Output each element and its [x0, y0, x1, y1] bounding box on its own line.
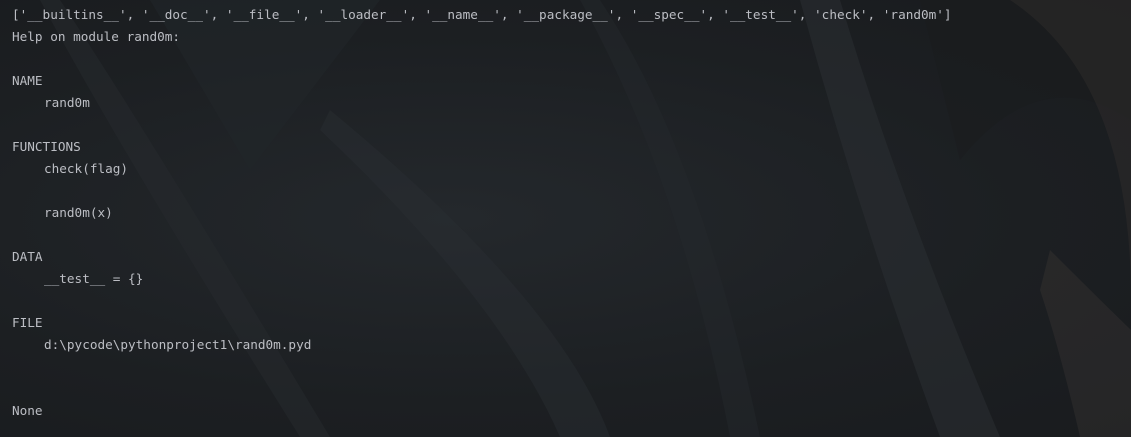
console-line: None [12, 403, 43, 418]
console-line: NAME [12, 73, 43, 88]
console-line: check(flag) [44, 161, 129, 176]
console-line: FUNCTIONS [12, 139, 81, 154]
console-line: ['__builtins__', '__doc__', '__file__', … [12, 7, 952, 22]
console-line: d:\pycode\pythonproject1\rand0m.pyd [44, 337, 312, 352]
console-line: DATA [12, 249, 43, 264]
console-line: Help on module rand0m: [12, 29, 181, 44]
console-output-panel[interactable]: ['__builtins__', '__doc__', '__file__', … [0, 0, 1131, 437]
console-text: ['__builtins__', '__doc__', '__file__', … [12, 4, 952, 422]
console-line: __test__ = {} [44, 271, 144, 286]
console-line: rand0m [44, 95, 90, 110]
console-line: rand0m(x) [44, 205, 113, 220]
console-line: FILE [12, 315, 43, 330]
